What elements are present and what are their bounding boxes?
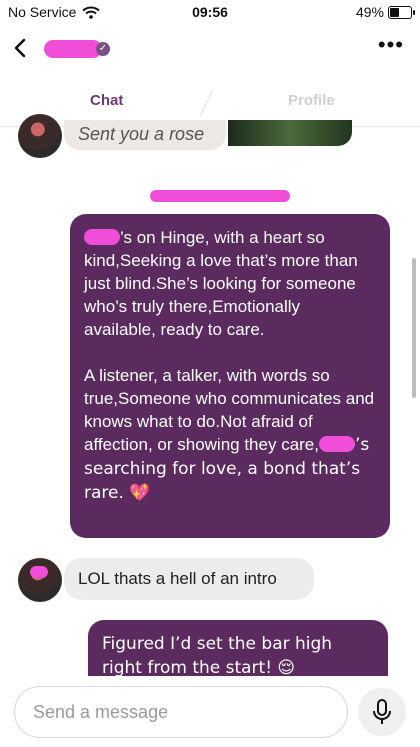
avatar[interactable] bbox=[18, 558, 62, 602]
chevron-left-icon bbox=[14, 38, 26, 58]
tab-chat[interactable]: Chat bbox=[90, 92, 123, 109]
battery-percent: 49% bbox=[355, 4, 384, 20]
status-bar: No Service 09:56 49% bbox=[0, 0, 420, 26]
rose-message-text: Sent you a rose bbox=[78, 124, 205, 144]
poem-paragraph-2: A listener, a talker, with words so true… bbox=[84, 364, 376, 505]
tab-profile[interactable]: Profile bbox=[288, 92, 335, 109]
poem-text-1: ’s on Hinge, with a heart so kind,Seekin… bbox=[84, 228, 358, 339]
poem-paragraph-1: ’s on Hinge, with a heart so kind,Seekin… bbox=[84, 226, 376, 341]
redacted-name bbox=[319, 436, 355, 452]
last-message-text: Figured I’d set the bar high right from … bbox=[102, 634, 333, 678]
redacted-timestamp bbox=[150, 190, 290, 202]
scrollbar[interactable] bbox=[412, 258, 416, 398]
chat-header: ✓ ••• bbox=[0, 28, 420, 72]
composer-bar bbox=[0, 676, 420, 747]
sent-message-bubble: ’s on Hinge, with a heart so kind,Seekin… bbox=[70, 214, 390, 538]
microphone-icon bbox=[373, 699, 391, 724]
verified-badge-icon: ✓ bbox=[96, 42, 110, 56]
back-button[interactable] bbox=[14, 36, 26, 62]
avatar[interactable] bbox=[18, 114, 62, 158]
battery-icon bbox=[388, 5, 415, 19]
status-right: 49% bbox=[355, 4, 415, 20]
microphone-button[interactable] bbox=[358, 688, 406, 736]
redacted-match-name[interactable] bbox=[44, 40, 102, 58]
photo-thumbnail[interactable] bbox=[228, 120, 352, 146]
tab-divider bbox=[199, 89, 214, 117]
received-message-bubble: LOL thats a hell of an intro bbox=[64, 558, 314, 600]
more-options-button[interactable]: ••• bbox=[378, 34, 404, 56]
battery-fill bbox=[390, 7, 399, 17]
more-dots-icon: ••• bbox=[377, 32, 404, 57]
redacted-name bbox=[84, 229, 120, 245]
redacted-avatar-mark bbox=[30, 566, 48, 578]
message-input[interactable] bbox=[14, 686, 348, 738]
